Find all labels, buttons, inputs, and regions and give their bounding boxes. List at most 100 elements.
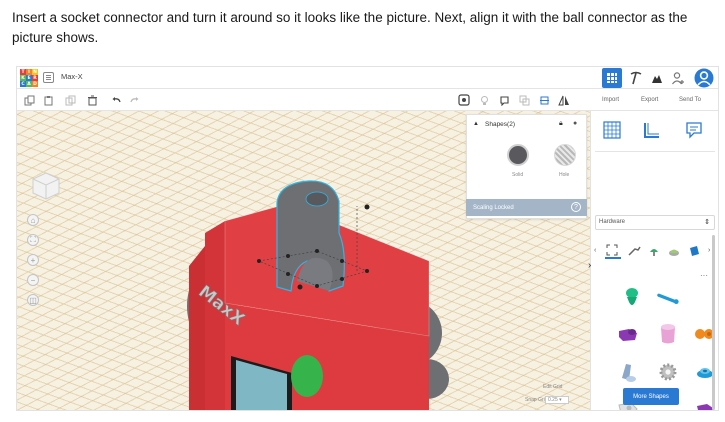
- group-button[interactable]: [517, 93, 531, 107]
- zoom-in-button[interactable]: +: [27, 254, 39, 266]
- logo-letter: D: [32, 81, 38, 87]
- solid-button[interactable]: [507, 144, 529, 166]
- snap-grid-value: 0.25: [548, 397, 558, 403]
- select-box-icon: [606, 244, 618, 256]
- export-button[interactable]: Export: [641, 97, 658, 103]
- shape-cup[interactable]: [657, 323, 679, 345]
- rod-icon: [657, 293, 679, 305]
- home-view-button[interactable]: ⌂: [27, 214, 39, 226]
- paste-button[interactable]: [41, 93, 55, 107]
- redo-icon: [129, 96, 138, 102]
- ruler-button[interactable]: [641, 119, 663, 141]
- instruction-text: Insert a socket connector and turn it ar…: [12, 10, 688, 45]
- carousel-item-lamp[interactable]: [647, 244, 661, 258]
- light-bulb-icon[interactable]: ●: [573, 120, 577, 127]
- tinkercad-app: TINKERCAD Max-X Import Export Send To Ma…: [16, 66, 719, 411]
- hinge-icon: [622, 364, 636, 382]
- divider: [595, 151, 715, 152]
- category-value: Hardware: [599, 219, 626, 225]
- shape-ball-connector[interactable]: [621, 287, 643, 309]
- tinkercad-logo[interactable]: TINKERCAD: [20, 69, 38, 87]
- group-icon: [519, 95, 529, 105]
- category-select[interactable]: Hardware ⇕: [595, 215, 715, 230]
- zoom-out-button[interactable]: −: [27, 274, 39, 286]
- edit-toolbar: Import Export Send To: [17, 89, 718, 111]
- share-button[interactable]: [670, 70, 686, 86]
- light-bulb-icon: [480, 95, 488, 105]
- carousel-item-select[interactable]: [605, 243, 621, 259]
- home-icon: ⌂: [30, 215, 36, 225]
- 3d-view-button[interactable]: [602, 68, 622, 88]
- hole-button[interactable]: [554, 144, 576, 166]
- carousel-left-icon[interactable]: ‹: [594, 247, 596, 254]
- menu-icon[interactable]: [43, 72, 54, 83]
- category-carousel: ‹ ›: [591, 238, 718, 266]
- shape-socket[interactable]: [617, 323, 639, 345]
- perspective-icon: ◫: [29, 295, 37, 305]
- scaling-locked-bar: Scaling Locked ?: [466, 199, 587, 216]
- note-icon: [686, 122, 702, 139]
- bricks-button[interactable]: [649, 70, 665, 86]
- shape-gear[interactable]: [657, 361, 679, 383]
- carousel-right-icon[interactable]: ›: [708, 247, 710, 254]
- grid-icon: [607, 73, 617, 83]
- bricks-icon: [652, 75, 662, 83]
- gem-icon: [690, 246, 699, 256]
- more-shapes-button[interactable]: More Shapes: [623, 388, 679, 405]
- top-bar: TINKERCAD Max-X: [17, 67, 718, 89]
- fit-view-button[interactable]: ⛶: [27, 234, 39, 246]
- duplicate-icon: [65, 95, 75, 105]
- snap-grid-select[interactable]: 0.25 ▾: [545, 396, 569, 404]
- socket-icon: [619, 329, 637, 341]
- plus-icon: +: [30, 255, 36, 265]
- mirror-button[interactable]: [557, 93, 571, 107]
- carousel-item-tools[interactable]: [627, 244, 641, 258]
- green-button: [291, 355, 323, 397]
- workplane-button[interactable]: [601, 119, 623, 141]
- align-button[interactable]: [537, 93, 551, 107]
- undo-button[interactable]: [109, 93, 123, 107]
- project-name[interactable]: Max-X: [61, 72, 83, 81]
- panel-toggle-icon[interactable]: ›: [588, 260, 591, 271]
- lock-icon[interactable]: 🔒︎: [559, 120, 563, 128]
- view-cube[interactable]: [31, 171, 61, 201]
- speech-shape-icon: [499, 95, 509, 106]
- edit-grid-button[interactable]: Edit Grid: [543, 384, 562, 390]
- mirror-icon: [558, 95, 569, 105]
- solid-label: Solid: [512, 172, 524, 178]
- collapse-icon[interactable]: ▲: [473, 121, 479, 127]
- ball-connector-icon: [626, 288, 638, 305]
- shape-hinge[interactable]: [617, 361, 639, 383]
- hole-label: Hole: [559, 172, 570, 178]
- shape-button[interactable]: [497, 93, 511, 107]
- user-avatar[interactable]: [693, 68, 715, 88]
- updown-chevron-icon: ⇕: [704, 219, 710, 226]
- notes-button[interactable]: [457, 93, 471, 107]
- help-icon[interactable]: ?: [571, 202, 581, 212]
- notes-panel-button[interactable]: [683, 119, 705, 141]
- duplicate-button[interactable]: [63, 93, 77, 107]
- carousel-item-gem[interactable]: [687, 244, 701, 258]
- fit-icon: ⛶: [30, 235, 36, 244]
- ruler-icon: [644, 123, 659, 138]
- cup-icon: [661, 324, 675, 344]
- light-bulb-button[interactable]: [477, 93, 491, 107]
- carousel-item-dome[interactable]: [667, 244, 681, 258]
- blocks-button[interactable]: [628, 70, 644, 86]
- import-button[interactable]: Import: [602, 97, 619, 103]
- redo-button[interactable]: [127, 93, 141, 107]
- undo-icon: [112, 96, 121, 102]
- delete-button[interactable]: [85, 93, 99, 107]
- shapes-library-panel: Hardware ⇕ ‹ › ···: [590, 111, 718, 410]
- shapes-count: Shapes(2): [485, 121, 515, 128]
- minus-icon: −: [30, 275, 36, 285]
- library-scrollbar[interactable]: [712, 235, 715, 410]
- send-to-button[interactable]: Send To: [679, 97, 701, 103]
- perspective-button[interactable]: ◫: [27, 294, 39, 306]
- shape-rod[interactable]: [657, 287, 679, 309]
- avatar-icon: [694, 68, 714, 88]
- workplane-grid-icon: [603, 121, 621, 139]
- copy-button[interactable]: [22, 93, 36, 107]
- more-options-icon[interactable]: ···: [700, 271, 708, 280]
- scaling-locked-label: Scaling Locked: [473, 204, 514, 211]
